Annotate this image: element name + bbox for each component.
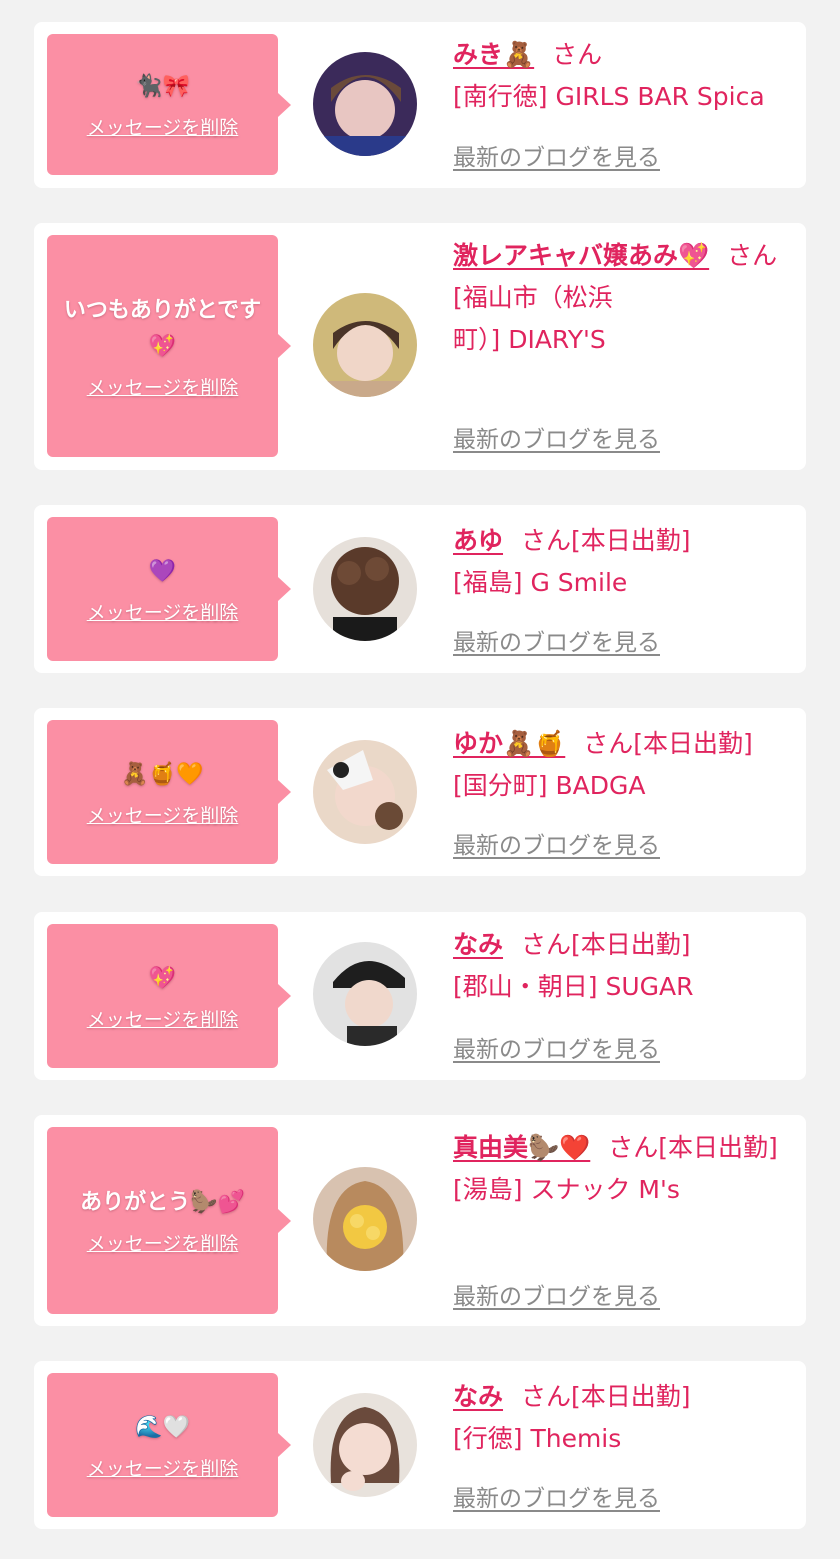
profile-photo-icon[interactable]: [313, 1167, 417, 1271]
message-text: ありがとう🦫💕: [80, 1190, 245, 1215]
shop-label: [行徳] Themis: [453, 1424, 622, 1453]
shop-label: [郡山・朝日] SUGAR: [453, 972, 694, 1001]
cast-name-link[interactable]: なみ: [453, 1382, 503, 1411]
shop-label: [湯島] スナック M's: [453, 1175, 680, 1204]
cast-name-link[interactable]: ゆか🧸🍯: [453, 729, 565, 758]
latest-blog-link[interactable]: 最新のブログを見る: [453, 1479, 660, 1513]
honorific: さん: [727, 241, 778, 270]
delete-message-link[interactable]: メッセージを削除: [87, 1454, 239, 1481]
message-card: 💜 メッセージを削除 あゆ さん[本日出勤] [福島] G Smile 最新のブロ…: [34, 505, 806, 673]
latest-blog-link[interactable]: 最新のブログを見る: [453, 826, 660, 860]
working-today-badge: [本日出勤]: [658, 1133, 778, 1162]
cast-name-link[interactable]: 真由美🦫❤️: [453, 1133, 590, 1162]
cast-name-link[interactable]: みき🧸: [453, 40, 534, 69]
honorific: さん: [583, 729, 634, 758]
profile-photo-icon[interactable]: [313, 293, 417, 397]
honorific: さん: [552, 40, 603, 69]
working-today-badge: [本日出勤]: [571, 1382, 691, 1411]
message-bubble: 🌊🤍 メッセージを削除: [47, 1373, 291, 1517]
honorific: さん: [521, 526, 572, 555]
message-bubble: 💖 メッセージを削除: [47, 924, 291, 1068]
cast-info: 激レアキャバ嬢あみ💖 さん [福山市（松浜町）] DIARY'S: [453, 235, 793, 361]
latest-blog-link[interactable]: 最新のブログを見る: [453, 138, 660, 172]
message-text: いつもありがとです💖: [63, 297, 262, 359]
message-text: 💜: [148, 558, 177, 584]
message-card: ありがとう🦫💕 メッセージを削除 真由美🦫❤️ さん[本日出勤] [湯島] スナッ…: [34, 1115, 806, 1326]
message-bubble: いつもありがとです💖 メッセージを削除: [47, 235, 291, 457]
message-bubble: ありがとう🦫💕 メッセージを削除: [47, 1127, 291, 1314]
message-bubble: 🐈‍⬛🎀 メッセージを削除: [47, 34, 291, 175]
cast-name-link[interactable]: あゆ: [453, 526, 503, 555]
profile-photo-icon[interactable]: [313, 1393, 417, 1497]
profile-photo-icon[interactable]: [313, 942, 417, 1046]
cast-info: なみ さん[本日出勤] [行徳] Themis: [453, 1376, 793, 1460]
profile-photo-icon[interactable]: [313, 740, 417, 844]
message-card: 🐈‍⬛🎀 メッセージを削除 みき🧸 さん [南行徳] GIRLS BAR Spic…: [34, 22, 806, 188]
latest-blog-link[interactable]: 最新のブログを見る: [453, 623, 660, 657]
cast-info: 真由美🦫❤️ さん[本日出勤] [湯島] スナック M's: [453, 1127, 793, 1211]
honorific: さん: [521, 1382, 572, 1411]
delete-message-link[interactable]: メッセージを削除: [87, 1005, 239, 1032]
delete-message-link[interactable]: メッセージを削除: [87, 113, 239, 140]
shop-label: [福島] G Smile: [453, 568, 628, 597]
working-today-badge: [本日出勤]: [571, 930, 691, 959]
message-card: 🌊🤍 メッセージを削除 なみ さん[本日出勤] [行徳] Themis 最新のブロ…: [34, 1361, 806, 1529]
profile-photo-icon[interactable]: [313, 537, 417, 641]
message-bubble: 💜 メッセージを削除: [47, 517, 291, 661]
working-today-badge: [本日出勤]: [571, 526, 691, 555]
shop-label: [国分町] BADGA: [453, 771, 646, 800]
cast-info: なみ さん[本日出勤] [郡山・朝日] SUGAR: [453, 924, 793, 1008]
latest-blog-link[interactable]: 最新のブログを見る: [453, 420, 660, 454]
message-text: 🌊🤍: [135, 1414, 190, 1440]
message-card: いつもありがとです💖 メッセージを削除 激レアキャバ嬢あみ💖 さん [福山市（松浜…: [34, 223, 806, 470]
message-text: 🧸🍯🧡: [121, 761, 204, 787]
delete-message-link[interactable]: メッセージを削除: [87, 1229, 239, 1256]
delete-message-link[interactable]: メッセージを削除: [87, 801, 239, 828]
message-card: 🧸🍯🧡 メッセージを削除 ゆか🧸🍯 さん[本日出勤] [国分町] BADGA 最新…: [34, 708, 806, 876]
profile-photo-icon[interactable]: [313, 52, 417, 156]
latest-blog-link[interactable]: 最新のブログを見る: [453, 1030, 660, 1064]
message-text: 🐈‍⬛🎀: [135, 74, 190, 99]
message-bubble: 🧸🍯🧡 メッセージを削除: [47, 720, 291, 864]
honorific: さん: [521, 930, 572, 959]
message-text: 💖: [148, 965, 177, 991]
cast-name-link[interactable]: 激レアキャバ嬢あみ💖: [453, 241, 709, 270]
shop-label: [南行徳] GIRLS BAR Spica: [453, 82, 765, 111]
shop-label: [福山市（松浜町）] DIARY'S: [453, 283, 613, 354]
honorific: さん: [608, 1133, 659, 1162]
cast-info: みき🧸 さん [南行徳] GIRLS BAR Spica: [453, 34, 793, 118]
message-card: 💖 メッセージを削除 なみ さん[本日出勤] [郡山・朝日] SUGAR 最新のブ…: [34, 912, 806, 1080]
latest-blog-link[interactable]: 最新のブログを見る: [453, 1277, 660, 1311]
delete-message-link[interactable]: メッセージを削除: [87, 373, 239, 400]
delete-message-link[interactable]: メッセージを削除: [87, 598, 239, 625]
working-today-badge: [本日出勤]: [633, 729, 753, 758]
cast-name-link[interactable]: なみ: [453, 930, 503, 959]
cast-info: あゆ さん[本日出勤] [福島] G Smile: [453, 520, 793, 604]
cast-info: ゆか🧸🍯 さん[本日出勤] [国分町] BADGA: [453, 723, 793, 807]
